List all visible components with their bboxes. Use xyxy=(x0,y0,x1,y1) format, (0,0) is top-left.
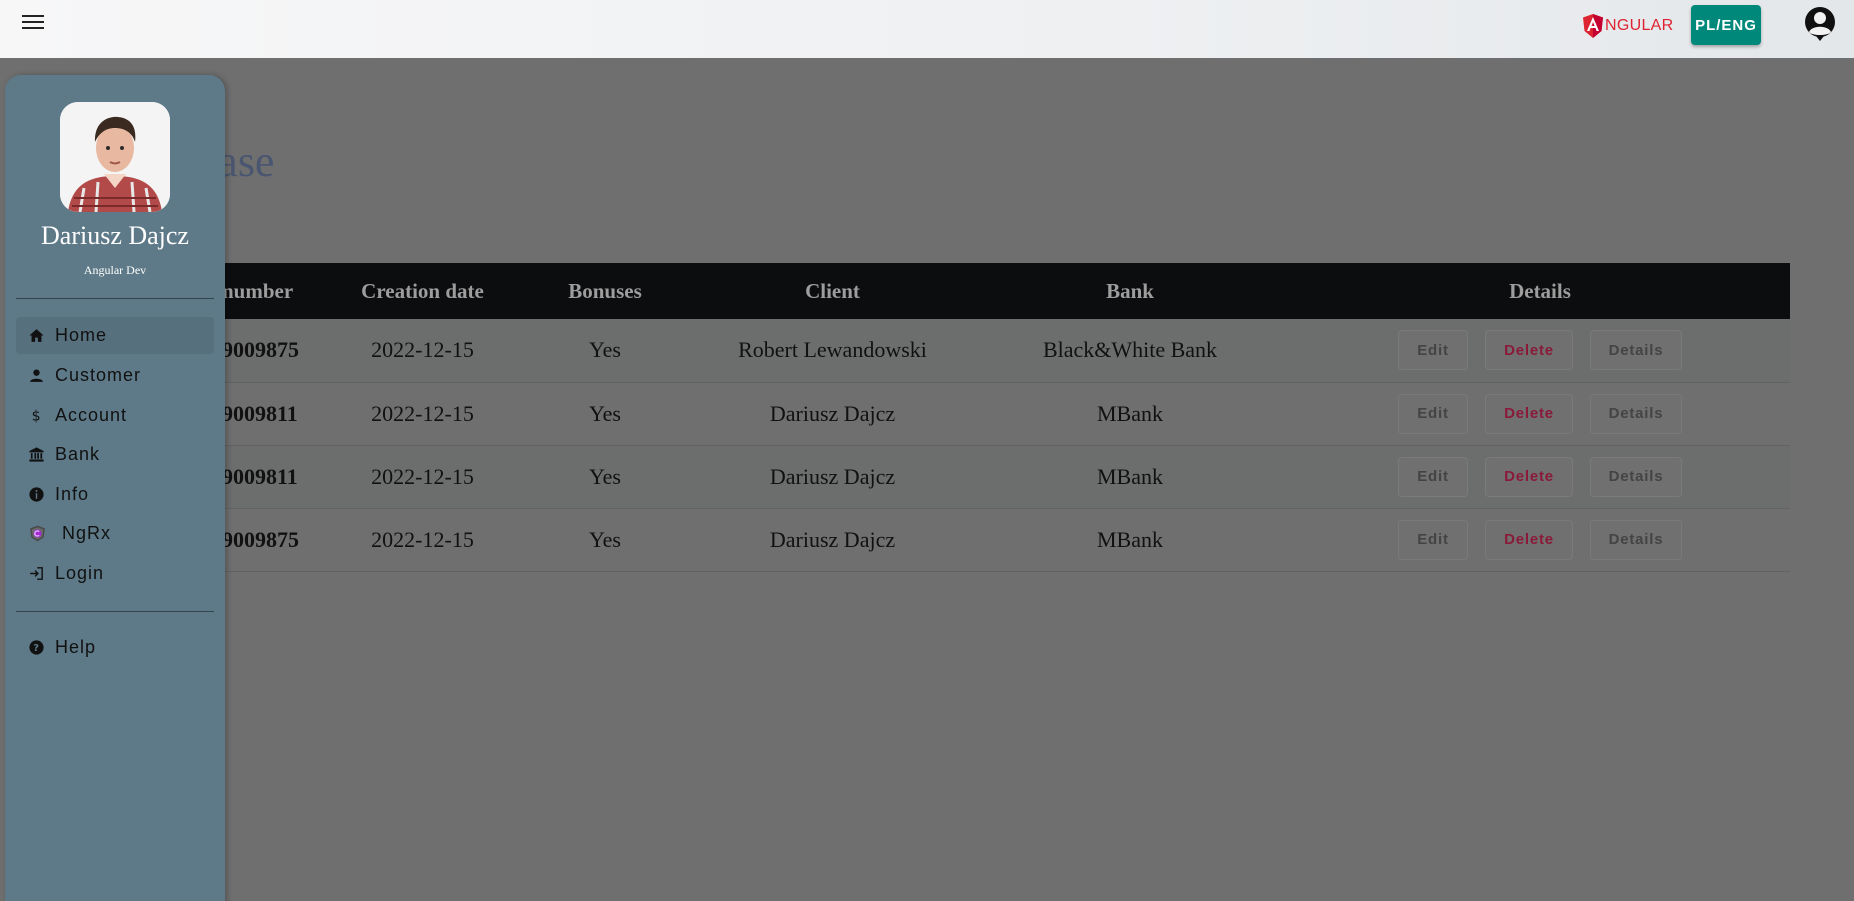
creation-date-cell: 2022-12-15 xyxy=(371,526,474,552)
bonuses-cell: Yes xyxy=(588,400,621,426)
table-header-row: number Creation date Bonuses Client Bank… xyxy=(170,263,1790,319)
bank-cell: Black&White Bank xyxy=(1042,337,1218,363)
ngrx-icon xyxy=(22,519,52,549)
sidebar-item-home[interactable]: Home xyxy=(16,317,214,354)
svg-text:?: ? xyxy=(33,643,39,654)
sidebar-item-label: Help xyxy=(55,637,97,657)
sidebar-item-login[interactable]: Login xyxy=(16,555,214,592)
delete-button[interactable]: Delete xyxy=(1485,519,1573,560)
menu-icon[interactable] xyxy=(22,12,50,34)
sidebar-item-info[interactable]: Info xyxy=(16,476,214,513)
sidebar-divider xyxy=(16,298,214,299)
angular-shield-icon xyxy=(1583,14,1603,38)
bonuses-cell: Yes xyxy=(588,526,621,552)
client-cell: Robert Lewandowski xyxy=(738,337,927,363)
details-button[interactable]: Details xyxy=(1590,330,1682,371)
sidebar-item-label: Bank xyxy=(55,444,101,464)
actions-cell: Edit Delete Details xyxy=(1290,382,1790,445)
actions-cell: Edit Delete Details xyxy=(1290,508,1790,571)
column-header-details: Details xyxy=(1509,278,1571,303)
actions-cell: Edit Delete Details xyxy=(1290,445,1790,508)
angular-logo[interactable]: NGULAR xyxy=(1583,14,1673,38)
svg-text:$: $ xyxy=(32,408,42,424)
table-row: 9009811 2022-12-15 Yes Dariusz Dajcz MBa… xyxy=(170,382,1790,445)
sidebar-item-customer[interactable]: Customer xyxy=(16,357,214,394)
client-cell: Dariusz Dajcz xyxy=(769,400,896,426)
sidebar-item-label: Login xyxy=(55,563,105,583)
sidebar-item-label: Account xyxy=(55,405,128,425)
bonuses-cell: Yes xyxy=(588,463,621,489)
avatar xyxy=(60,102,170,212)
bank-cell: MBank xyxy=(1097,400,1163,426)
sidebar-item-ngrx[interactable]: NgRx xyxy=(16,515,214,552)
profile-role: Angular Dev xyxy=(83,263,147,277)
language-toggle-button[interactable]: PL/ENG xyxy=(1691,5,1761,45)
bonuses-cell: Yes xyxy=(588,337,621,363)
account-circle-icon[interactable] xyxy=(1804,6,1836,42)
table-row: 9009875 2022-12-15 Yes Dariusz Dajcz MBa… xyxy=(170,508,1790,571)
client-cell: Dariusz Dajcz xyxy=(769,526,896,552)
angular-logo-text: NGULAR xyxy=(1605,17,1674,34)
delete-button[interactable]: Delete xyxy=(1485,330,1573,371)
actions-cell: Edit Delete Details xyxy=(1290,319,1790,382)
home-icon xyxy=(28,327,45,344)
table-row: 9009811 2022-12-15 Yes Dariusz Dajcz MBa… xyxy=(170,445,1790,508)
sidebar-item-help[interactable]: ? Help xyxy=(16,629,214,666)
top-toolbar: NGULAR PL/ENG xyxy=(0,0,1854,58)
delete-button[interactable]: Delete xyxy=(1485,393,1573,434)
sidebar-item-account[interactable]: $ Account xyxy=(16,397,214,434)
column-header-bonuses: Bonuses xyxy=(568,278,642,303)
info-icon xyxy=(28,486,45,503)
help-icon: ? xyxy=(28,639,45,656)
bank-icon xyxy=(28,446,45,463)
details-button[interactable]: Details xyxy=(1590,393,1682,434)
login-icon xyxy=(28,565,45,582)
sidebar-item-bank[interactable]: Bank xyxy=(16,436,214,473)
person-icon xyxy=(28,367,45,384)
details-button[interactable]: Details xyxy=(1590,519,1682,560)
sidebar: Dariusz Dajcz Angular Dev Home Customer … xyxy=(5,75,225,901)
client-cell: Dariusz Dajcz xyxy=(769,463,896,489)
bank-cell: MBank xyxy=(1097,526,1163,552)
column-header-creation-date: Creation date xyxy=(361,278,484,303)
creation-date-cell: 2022-12-15 xyxy=(371,463,474,489)
sidebar-divider xyxy=(16,611,214,612)
details-button[interactable]: Details xyxy=(1590,456,1682,497)
sidebar-item-label: Customer xyxy=(55,365,142,385)
column-header-client: Client xyxy=(805,278,860,303)
edit-button[interactable]: Edit xyxy=(1398,519,1468,560)
column-header-bank: Bank xyxy=(1106,278,1154,303)
bank-cell: MBank xyxy=(1097,463,1163,489)
profile-name: Dariusz Dajcz xyxy=(41,221,189,250)
sidebar-item-label: NgRx xyxy=(62,523,112,543)
sidebar-item-label: Home xyxy=(55,325,108,345)
delete-button[interactable]: Delete xyxy=(1485,456,1573,497)
accounts-table: number Creation date Bonuses Client Bank… xyxy=(170,263,1790,572)
edit-button[interactable]: Edit xyxy=(1398,393,1468,434)
dollar-icon: $ xyxy=(28,407,45,424)
edit-button[interactable]: Edit xyxy=(1398,330,1468,371)
creation-date-cell: 2022-12-15 xyxy=(371,337,474,363)
edit-button[interactable]: Edit xyxy=(1398,456,1468,497)
creation-date-cell: 2022-12-15 xyxy=(371,400,474,426)
table-row: 9009875 2022-12-15 Yes Robert Lewandowsk… xyxy=(170,319,1790,382)
sidebar-item-label: Info xyxy=(55,484,90,504)
